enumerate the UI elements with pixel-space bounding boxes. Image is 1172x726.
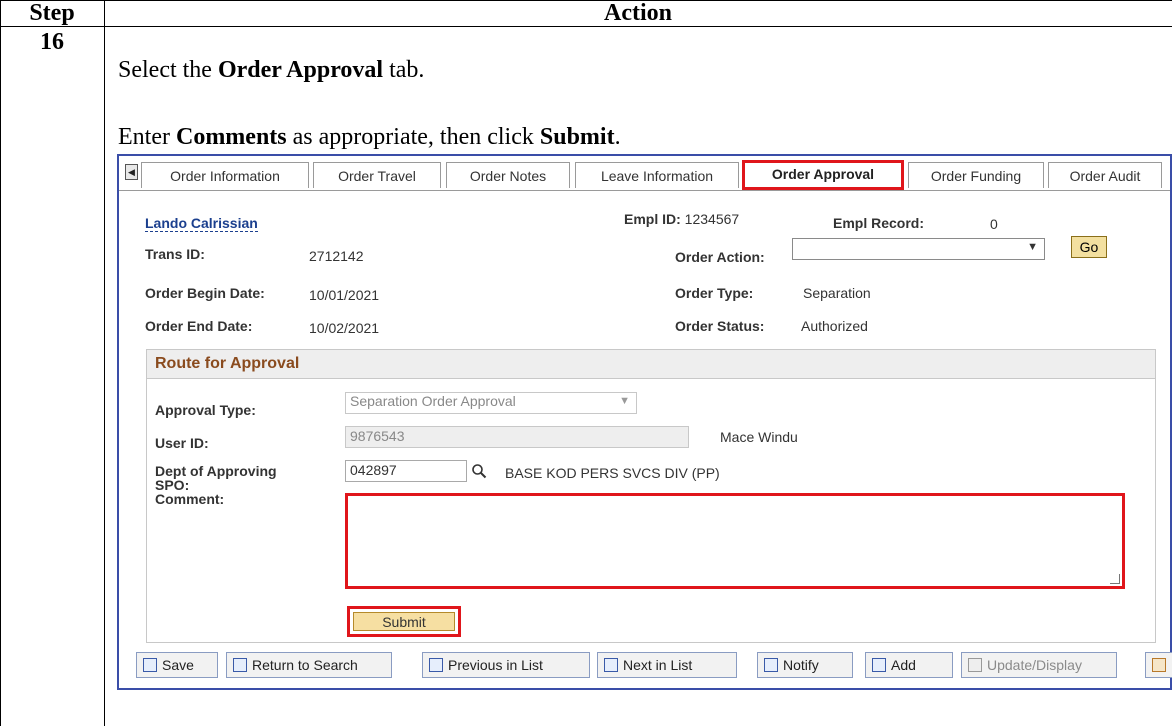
update-display-icon bbox=[968, 658, 982, 672]
instruction-line-2: Enter Comments as appropriate, then clic… bbox=[118, 123, 621, 151]
order-begin-date-value: 10/01/2021 bbox=[309, 287, 380, 303]
update-display-button[interactable]: Update/Display bbox=[961, 652, 1117, 678]
instruction-text: Enter bbox=[118, 124, 176, 150]
action-column-header: Action bbox=[604, 0, 672, 26]
order-begin-date-label: Order Begin Date: bbox=[145, 285, 265, 301]
next-list-icon bbox=[604, 658, 618, 672]
comment-label: Comment: bbox=[155, 491, 225, 507]
route-for-approval-header: Route for Approval bbox=[147, 350, 1155, 379]
tab-order-audit[interactable]: Order Audit bbox=[1048, 162, 1162, 188]
trans-id-label: Trans ID: bbox=[145, 246, 205, 262]
order-action-select[interactable]: ▼ bbox=[792, 238, 1045, 260]
chevron-down-icon: ▼ bbox=[1027, 241, 1038, 253]
user-id-label: User ID: bbox=[155, 435, 209, 451]
previous-list-icon bbox=[429, 658, 443, 672]
instruction-text: Select the bbox=[118, 57, 218, 83]
step-number: 16 bbox=[40, 29, 64, 55]
user-name-value: Mace Windu bbox=[720, 429, 798, 445]
tab-order-travel[interactable]: Order Travel bbox=[313, 162, 441, 188]
dept-approving-field[interactable]: 042897 bbox=[345, 460, 467, 482]
instruction-text: . bbox=[614, 124, 621, 150]
empl-record-value: 0 bbox=[990, 216, 998, 232]
add-label: Add bbox=[891, 657, 916, 673]
empl-id-value: 1234567 bbox=[684, 211, 740, 227]
update-display-label: Update/Display bbox=[987, 657, 1082, 673]
add-button[interactable]: Add bbox=[865, 652, 953, 678]
order-status-value: Authorized bbox=[801, 318, 868, 334]
submit-button[interactable]: Submit bbox=[353, 612, 455, 631]
tab-bar: ◀ Order Information Order Travel Order N… bbox=[119, 160, 1170, 191]
next-in-list-label: Next in List bbox=[623, 657, 693, 673]
pencil-icon bbox=[1152, 658, 1166, 672]
previous-in-list-label: Previous in List bbox=[448, 657, 543, 673]
order-action-label: Order Action: bbox=[675, 249, 765, 265]
instruction-emphasis: Submit bbox=[539, 124, 615, 150]
empl-id-label: Empl ID: 1234567 bbox=[624, 211, 739, 227]
more-toolbar-button[interactable] bbox=[1145, 652, 1172, 678]
save-label: Save bbox=[162, 657, 194, 673]
submit-highlight: Submit bbox=[347, 606, 461, 637]
save-icon bbox=[143, 658, 157, 672]
search-lookup-icon[interactable] bbox=[471, 463, 487, 479]
comment-textarea[interactable] bbox=[345, 493, 1125, 589]
order-end-date-label: Order End Date: bbox=[145, 318, 253, 334]
add-icon bbox=[872, 658, 886, 672]
tab-order-approval[interactable]: Order Approval bbox=[742, 160, 904, 190]
previous-in-list-button[interactable]: Previous in List bbox=[422, 652, 590, 678]
chevron-down-icon: ▼ bbox=[619, 395, 630, 407]
instruction-text: as appropriate, then click bbox=[286, 124, 540, 150]
order-type-label: Order Type: bbox=[675, 285, 754, 301]
resize-handle-icon[interactable] bbox=[1110, 574, 1120, 584]
order-screen-panel: ◀ Order Information Order Travel Order N… bbox=[117, 154, 1172, 690]
order-status-label: Order Status: bbox=[675, 318, 765, 334]
empl-record-label: Empl Record: bbox=[833, 215, 925, 231]
tab-leave-information[interactable]: Leave Information bbox=[575, 162, 739, 188]
order-end-date-value: 10/02/2021 bbox=[309, 320, 380, 336]
instruction-text: tab. bbox=[383, 57, 425, 83]
tab-order-funding[interactable]: Order Funding bbox=[908, 162, 1044, 188]
instruction-line-1: Select the Order Approval tab. bbox=[118, 56, 424, 84]
dept-description: BASE KOD PERS SVCS DIV (PP) bbox=[505, 465, 720, 481]
table-header-divider bbox=[0, 26, 1172, 27]
approval-type-select[interactable]: Separation Order Approval ▼ bbox=[345, 392, 637, 414]
go-button[interactable]: Go bbox=[1071, 236, 1107, 258]
trans-id-value: 2712142 bbox=[309, 248, 364, 264]
employee-name-link[interactable]: Lando Calrissian bbox=[145, 215, 258, 232]
empl-id-label-text: Empl ID: bbox=[624, 211, 681, 227]
instruction-emphasis: Order Approval bbox=[217, 57, 384, 83]
instruction-emphasis: Comments bbox=[175, 124, 287, 150]
tab-order-information[interactable]: Order Information bbox=[141, 162, 309, 188]
next-in-list-button[interactable]: Next in List bbox=[597, 652, 737, 678]
notify-button[interactable]: Notify bbox=[757, 652, 853, 678]
user-id-field[interactable]: 9876543 bbox=[345, 426, 689, 448]
route-for-approval-title: Route for Approval bbox=[155, 355, 300, 372]
notify-icon bbox=[764, 658, 778, 672]
return-to-search-label: Return to Search bbox=[252, 657, 358, 673]
notify-label: Notify bbox=[783, 657, 819, 673]
save-button[interactable]: Save bbox=[136, 652, 218, 678]
table-left-border bbox=[0, 0, 1, 726]
dept-approving-label: Dept of Approving SPO: bbox=[155, 464, 277, 492]
approval-type-label: Approval Type: bbox=[155, 402, 256, 418]
tab-scroll-left-icon[interactable]: ◀ bbox=[125, 164, 138, 180]
tab-order-notes[interactable]: Order Notes bbox=[446, 162, 570, 188]
return-search-icon bbox=[233, 658, 247, 672]
order-type-value: Separation bbox=[803, 285, 871, 301]
step-column-header: Step bbox=[29, 0, 75, 26]
table-column-divider bbox=[104, 0, 105, 726]
approval-type-value: Separation Order Approval bbox=[350, 393, 516, 409]
return-to-search-button[interactable]: Return to Search bbox=[226, 652, 392, 678]
